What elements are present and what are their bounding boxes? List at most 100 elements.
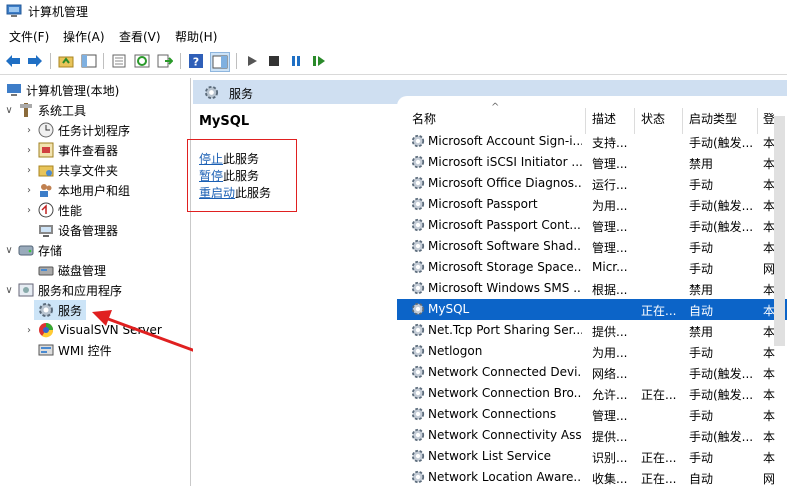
tree-services-apps-label: 服务和应用程序 bbox=[38, 283, 123, 298]
tree-local-users[interactable]: › 本地用户和组 bbox=[24, 180, 130, 200]
menu-action[interactable]: 操作(A) bbox=[63, 28, 105, 45]
column-description[interactable]: 描述 bbox=[592, 110, 616, 132]
computer-management-icon bbox=[6, 4, 22, 17]
service-description: 管理... bbox=[592, 220, 628, 234]
chevron-right-icon[interactable]: › bbox=[24, 165, 34, 176]
show-hide-tree-icon[interactable] bbox=[80, 52, 98, 70]
service-startup-type: 手动(触发... bbox=[689, 388, 753, 402]
toolbar-separator bbox=[50, 53, 51, 69]
restart-service-icon[interactable] bbox=[310, 52, 328, 70]
chevron-right-icon[interactable]: › bbox=[24, 185, 34, 196]
service-row[interactable]: Microsoft Passport Cont... 管理... 手动(触发... 本 bbox=[397, 215, 787, 236]
tree-shared-folders[interactable]: › 共享文件夹 bbox=[24, 160, 118, 180]
column-startup-type[interactable]: 启动类型 bbox=[689, 110, 737, 132]
service-row[interactable]: Network Connected Devi... 网络... 手动(触发... 本 bbox=[397, 362, 787, 383]
clock-icon bbox=[38, 122, 54, 138]
forward-icon[interactable] bbox=[26, 52, 44, 70]
service-name: Network List Service bbox=[428, 449, 552, 463]
service-status: 正在... bbox=[641, 451, 677, 465]
service-name: Network Connection Bro... bbox=[428, 386, 582, 400]
tree-system-tools[interactable]: ∨ 系统工具 bbox=[4, 100, 86, 120]
chevron-right-icon[interactable]: › bbox=[24, 145, 34, 156]
service-gear-icon bbox=[411, 281, 425, 295]
service-row[interactable]: MySQL 正在... 自动本 bbox=[397, 299, 787, 320]
service-gear-icon bbox=[411, 155, 425, 169]
service-gear-icon bbox=[411, 260, 425, 274]
action-pane-icon[interactable] bbox=[210, 52, 230, 72]
stop-service-icon[interactable] bbox=[265, 52, 283, 70]
export-list-icon[interactable] bbox=[156, 52, 174, 70]
service-description: 管理... bbox=[592, 241, 628, 255]
tree-root[interactable]: 计算机管理(本地) bbox=[4, 80, 119, 100]
service-row[interactable]: Netlogon 为用... 手动本 bbox=[397, 341, 787, 362]
tree-system-tools-label: 系统工具 bbox=[38, 103, 87, 118]
stop-service-link[interactable]: 停止 bbox=[199, 152, 223, 166]
chevron-down-icon[interactable]: ∨ bbox=[4, 245, 14, 256]
tree-services-apps[interactable]: ∨ 服务和应用程序 bbox=[4, 280, 122, 300]
tree-disk-management[interactable]: 磁盘管理 bbox=[34, 260, 106, 280]
service-row[interactable]: Microsoft Office Diagnos... 运行... 手动本 bbox=[397, 173, 787, 194]
service-row[interactable]: Microsoft iSCSI Initiator ... 管理... 禁用本 bbox=[397, 152, 787, 173]
services-apps-icon bbox=[18, 283, 34, 297]
restart-service-link[interactable]: 重启动 bbox=[199, 186, 235, 200]
scrollbar-thumb[interactable] bbox=[774, 116, 785, 346]
menu-help[interactable]: 帮助(H) bbox=[175, 28, 217, 45]
storage-icon bbox=[18, 245, 34, 256]
start-service-icon[interactable] bbox=[243, 52, 261, 70]
pause-service-icon[interactable] bbox=[287, 52, 305, 70]
service-name: MySQL bbox=[428, 302, 470, 316]
services-gear-icon bbox=[39, 303, 53, 317]
services-list: ^ 名称 描述 状态 启动类型 登 Microsoft Account Sign… bbox=[397, 96, 787, 486]
chevron-down-icon[interactable]: ∨ bbox=[4, 285, 14, 296]
help-icon[interactable]: ? bbox=[187, 52, 205, 70]
refresh-icon[interactable] bbox=[133, 52, 151, 70]
service-row[interactable]: Network List Service 识别... 正在... 手动本 bbox=[397, 446, 787, 467]
chevron-down-icon[interactable]: ∨ bbox=[4, 105, 14, 116]
tree-disk-management-label: 磁盘管理 bbox=[58, 263, 107, 278]
back-icon[interactable] bbox=[4, 52, 22, 70]
service-name: Microsoft Passport bbox=[428, 197, 538, 211]
service-gear-icon bbox=[411, 197, 425, 211]
action-suffix: 此服务 bbox=[223, 152, 260, 166]
service-startup-type: 手动 bbox=[689, 178, 714, 192]
service-row[interactable]: Network Connections 管理... 手动本 bbox=[397, 404, 787, 425]
service-gear-icon bbox=[411, 365, 425, 379]
menu-file[interactable]: 文件(F) bbox=[9, 28, 49, 45]
service-row[interactable]: Microsoft Software Shad... 管理... 手动本 bbox=[397, 236, 787, 257]
tree-event-viewer[interactable]: › 事件查看器 bbox=[24, 140, 118, 160]
up-folder-icon[interactable] bbox=[57, 52, 75, 70]
service-name: Net.Tcp Port Sharing Ser... bbox=[428, 323, 582, 337]
service-row[interactable]: Network Connection Bro... 允许... 正在... 手动(触发… bbox=[397, 383, 787, 404]
tree-device-manager[interactable]: 设备管理器 bbox=[34, 220, 118, 240]
column-name[interactable]: 名称 bbox=[412, 110, 436, 132]
chevron-right-icon[interactable]: › bbox=[24, 205, 34, 216]
service-row[interactable]: Microsoft Storage Space... Micr... 手动网 bbox=[397, 257, 787, 278]
toolbar-separator bbox=[236, 53, 237, 69]
service-name: Microsoft Passport Cont... bbox=[428, 218, 581, 232]
column-status[interactable]: 状态 bbox=[641, 110, 665, 132]
service-startup-type: 手动 bbox=[689, 409, 714, 423]
disk-icon bbox=[38, 266, 54, 276]
tree-performance[interactable]: › 性能 bbox=[24, 200, 82, 220]
vertical-scrollbar[interactable] bbox=[772, 96, 787, 486]
service-description: 运行... bbox=[592, 178, 628, 192]
tree-task-scheduler[interactable]: › 任务计划程序 bbox=[24, 120, 130, 140]
tree-services[interactable]: 服务 bbox=[34, 300, 87, 320]
service-name: Microsoft Software Shad... bbox=[428, 239, 582, 253]
service-row[interactable]: Network Connectivity Ass... 提供... 手动(触发...… bbox=[397, 425, 787, 446]
service-row[interactable]: Microsoft Windows SMS ... 根据... 禁用本 bbox=[397, 278, 787, 299]
menu-view[interactable]: 查看(V) bbox=[119, 28, 161, 45]
menu-bar: 文件(F) 操作(A) 查看(V) 帮助(H) bbox=[0, 26, 787, 46]
chevron-right-icon[interactable]: › bbox=[24, 325, 34, 336]
properties-icon[interactable] bbox=[110, 52, 128, 70]
service-row[interactable]: Net.Tcp Port Sharing Ser... 提供... 禁用本 bbox=[397, 320, 787, 341]
tree-storage[interactable]: ∨ 存储 bbox=[4, 240, 62, 260]
service-row[interactable]: Microsoft Account Sign-i... 支持... 手动(触发...… bbox=[397, 131, 787, 152]
service-status: 正在... bbox=[641, 472, 677, 486]
chevron-right-icon[interactable]: › bbox=[24, 125, 34, 136]
service-row[interactable]: Network Location Aware... 收集... 正在... 自动网 bbox=[397, 467, 787, 486]
service-row[interactable]: Microsoft Passport 为用... 手动(触发... 本 bbox=[397, 194, 787, 215]
tree-performance-label: 性能 bbox=[58, 203, 83, 218]
service-startup-type: 手动(触发... bbox=[689, 367, 753, 381]
pause-service-link[interactable]: 暂停 bbox=[199, 169, 223, 183]
